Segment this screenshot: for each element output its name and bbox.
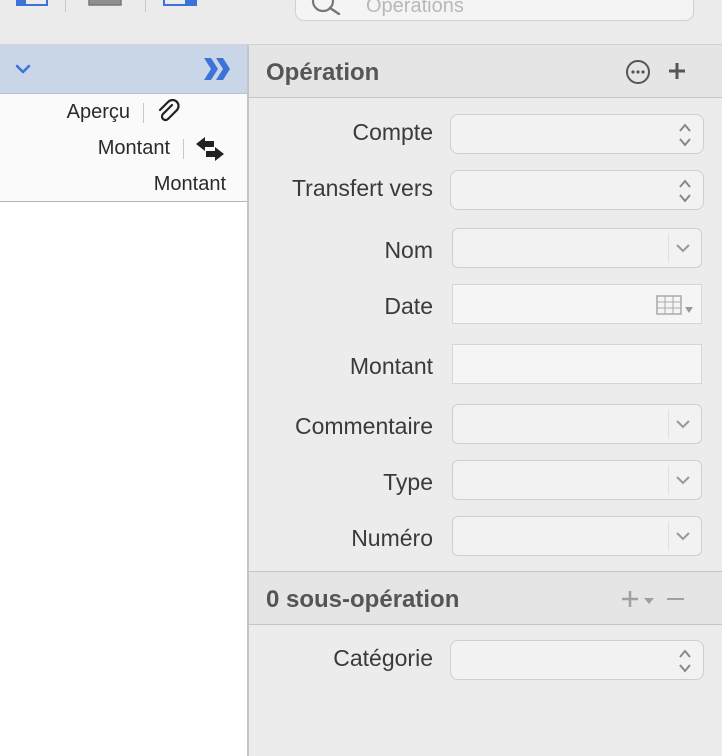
- operation-detail-pane: Opération Compte Transfert vers Nom Date: [249, 45, 722, 756]
- toolbar: Opérations: [0, 0, 722, 45]
- nom-combo[interactable]: [452, 228, 702, 268]
- combo-dropdown-button[interactable]: [668, 410, 697, 438]
- chevron-down-icon: [676, 532, 690, 541]
- column-label-montant: Montant: [97, 137, 170, 159]
- combo-dropdown-button[interactable]: [668, 522, 697, 550]
- column-separator: [183, 139, 184, 159]
- compte-label: Compte: [352, 119, 433, 145]
- calendar-icon[interactable]: [656, 295, 696, 317]
- column-label-apercu: Aperçu: [66, 101, 130, 123]
- swap-arrows-icon[interactable]: [196, 136, 226, 162]
- nom-label: Nom: [384, 237, 433, 263]
- commentaire-combo[interactable]: [452, 404, 702, 444]
- more-options-icon[interactable]: [625, 59, 651, 85]
- chevron-down-icon: [676, 244, 690, 253]
- add-icon[interactable]: [667, 59, 687, 83]
- search-placeholder: Opérations: [366, 0, 464, 17]
- updown-arrows-icon: [679, 179, 691, 203]
- paperclip-icon[interactable]: [156, 99, 182, 125]
- type-combo[interactable]: [452, 460, 702, 500]
- operation-title: Opération: [266, 59, 380, 86]
- toolbar-separator: [65, 0, 66, 12]
- operations-list-pane: Aperçu Montant Montant: [0, 45, 247, 756]
- transfert-label: Transfert vers: [291, 175, 433, 201]
- sidebar-toggle-icon[interactable]: [16, 0, 48, 6]
- compte-popup[interactable]: [450, 114, 704, 154]
- chevron-down-icon: [676, 420, 690, 429]
- categorie-popup[interactable]: [450, 640, 704, 680]
- split-header: 0 sous-opération: [249, 571, 722, 625]
- search-icon: [311, 0, 341, 15]
- updown-arrows-icon: [679, 649, 691, 673]
- numero-label: Numéro: [351, 525, 433, 551]
- chevron-down-icon[interactable]: [13, 60, 33, 78]
- combo-dropdown-button[interactable]: [668, 234, 697, 262]
- chevron-down-icon: [676, 476, 690, 485]
- transfert-popup[interactable]: [450, 170, 704, 210]
- search-field[interactable]: Opérations: [295, 0, 694, 21]
- updown-arrows-icon: [679, 123, 691, 147]
- type-label: Type: [383, 469, 433, 495]
- column-label-montant-2: Montant: [153, 173, 226, 195]
- detail-panel-icon[interactable]: [163, 0, 197, 6]
- toolbar-separator: [145, 0, 146, 12]
- add-split-icon[interactable]: [621, 589, 639, 609]
- add-menu-caret-icon[interactable]: [644, 598, 654, 604]
- column-summary: Aperçu Montant Montant: [0, 94, 247, 202]
- date-field[interactable]: [452, 284, 702, 324]
- list-header: [0, 45, 247, 94]
- categorie-label: Catégorie: [333, 645, 433, 671]
- column-separator: [143, 103, 144, 123]
- montant-field[interactable]: [452, 344, 702, 384]
- combo-dropdown-button[interactable]: [668, 466, 697, 494]
- numero-combo[interactable]: [452, 516, 702, 556]
- view-icon[interactable]: [88, 0, 122, 6]
- double-chevron-right-icon[interactable]: [202, 56, 234, 82]
- date-label: Date: [384, 293, 433, 319]
- operation-header: Opération: [249, 45, 722, 98]
- montant-label: Montant: [349, 353, 433, 379]
- remove-split-icon[interactable]: [667, 598, 684, 600]
- commentaire-label: Commentaire: [294, 413, 433, 439]
- split-title: 0 sous-opération: [266, 586, 460, 613]
